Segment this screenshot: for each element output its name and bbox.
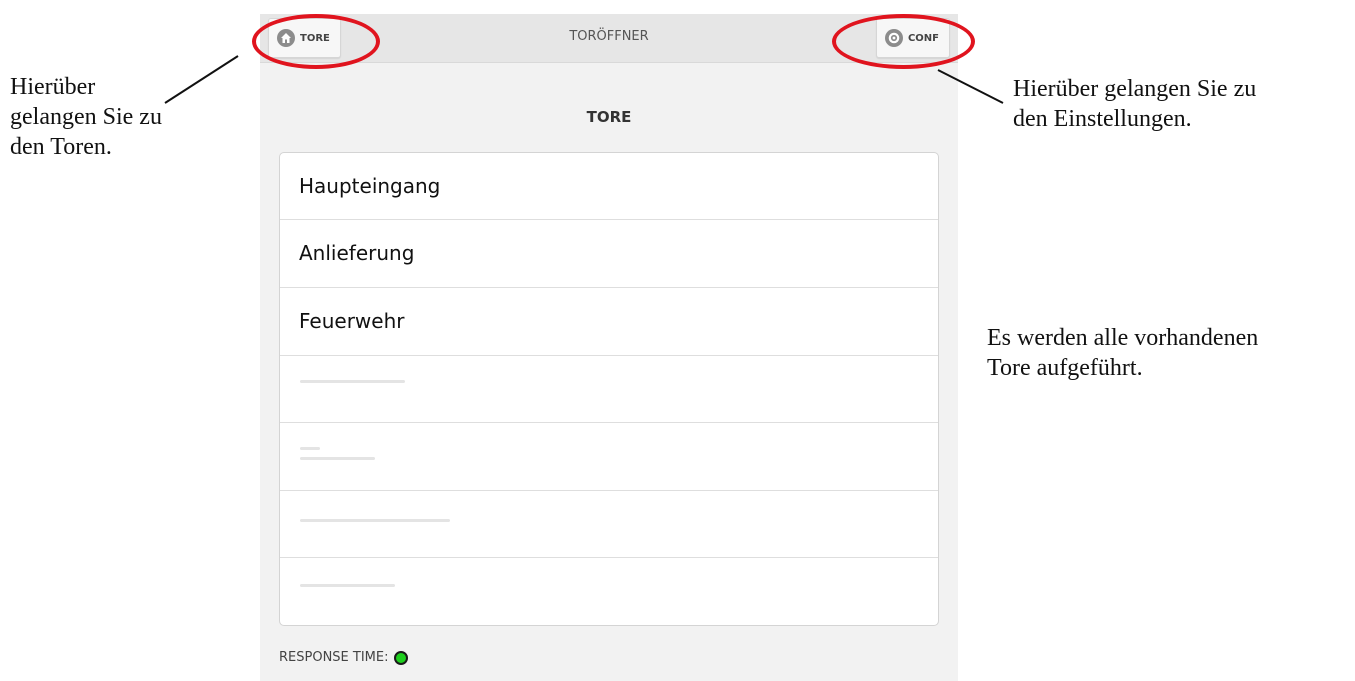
annotation-line: Es werden alle vorhandenen bbox=[987, 325, 1259, 351]
annotation-line: gelangen Sie zu bbox=[10, 104, 162, 130]
callout-line-right bbox=[937, 69, 1004, 104]
list-annotation: Es werden alle vorhandenen Tore aufgefüh… bbox=[987, 323, 1258, 383]
annotation-line: Hierüber gelangen Sie zu bbox=[1013, 76, 1257, 102]
annotation-line: Tore aufgeführt. bbox=[987, 355, 1143, 381]
annotation-line: den Einstellungen. bbox=[1013, 106, 1192, 132]
callout-line-left bbox=[164, 55, 239, 104]
left-annotation: Hierüber gelangen Sie zu den Toren. bbox=[10, 72, 162, 162]
annotation-line: Hierüber bbox=[10, 74, 96, 100]
right-annotation: Hierüber gelangen Sie zu den Einstellung… bbox=[1013, 74, 1256, 134]
annotation-line: den Toren. bbox=[10, 134, 112, 160]
